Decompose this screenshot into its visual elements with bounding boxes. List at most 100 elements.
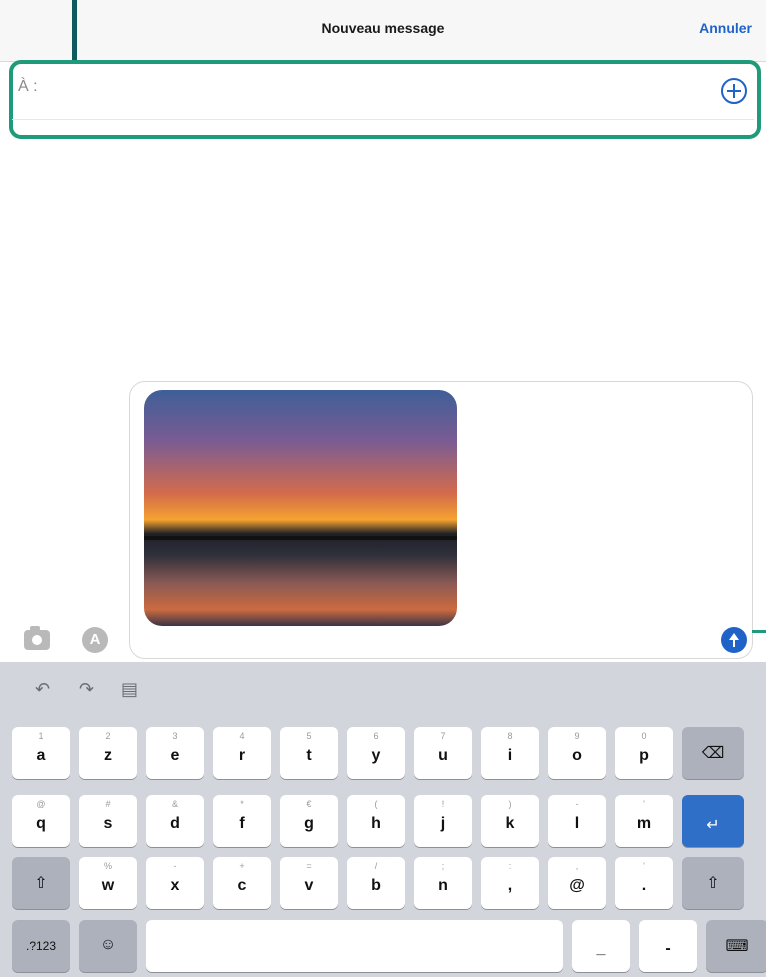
- key-d[interactable]: & d: [146, 795, 204, 847]
- key-q[interactable]: @ q: [12, 795, 70, 847]
- key-c[interactable]: + c: [213, 857, 271, 909]
- key-label: z: [104, 747, 112, 764]
- key-alt-label: 1: [38, 731, 44, 741]
- key-alt-label: ;: [441, 861, 445, 871]
- key-s[interactable]: # s: [79, 795, 137, 847]
- key-label: w: [101, 877, 115, 894]
- key-a[interactable]: 1a: [12, 727, 70, 779]
- key-label: f: [239, 815, 245, 832]
- key-alt-label: 2: [105, 731, 111, 741]
- return-key[interactable]: ↵: [682, 795, 744, 847]
- key-label: c: [237, 877, 247, 894]
- backspace-key[interactable]: ⌫: [682, 727, 744, 779]
- attached-sunset-photo[interactable]: [144, 390, 457, 626]
- key-label: a: [36, 747, 46, 764]
- key-alt-label: ': [643, 861, 645, 871]
- key-label: e: [170, 747, 180, 764]
- cancel-button[interactable]: Annuler: [699, 20, 752, 36]
- shift-left-key[interactable]: ⇧: [12, 857, 70, 909]
- key-x[interactable]: -x: [146, 857, 204, 909]
- key-label: u: [438, 747, 448, 764]
- add-contact-icon[interactable]: [721, 78, 747, 104]
- key-alt-label: 5: [306, 731, 312, 741]
- key-alt-label: :: [508, 861, 512, 871]
- camera-icon[interactable]: [24, 626, 50, 650]
- key-alt-label: 8: [507, 731, 513, 741]
- key-n[interactable]: ; n: [414, 857, 472, 909]
- key-alt-label: &: [171, 799, 178, 809]
- key-alt-label: ': [643, 799, 645, 809]
- key-alt-label: 3: [172, 731, 178, 741]
- key-r[interactable]: 4r: [213, 727, 271, 779]
- key-y[interactable]: 6y: [347, 727, 405, 779]
- key-alt-label: -: [173, 861, 177, 871]
- key-label: b: [371, 877, 381, 894]
- key-o[interactable]: 9o: [548, 727, 606, 779]
- key-label: j: [440, 815, 446, 832]
- key-alt-label: !: [441, 799, 445, 809]
- key-label: d: [170, 815, 180, 832]
- key-p[interactable]: 0p: [615, 727, 673, 779]
- dash-key[interactable]: -: [639, 920, 697, 972]
- key-l[interactable]: -l: [548, 795, 606, 847]
- emoji-label: ☺: [99, 936, 117, 953]
- key-label: v: [304, 877, 314, 894]
- key-w[interactable]: % w: [79, 857, 137, 909]
- key-alt-label: ,: [575, 861, 579, 871]
- key-label: g: [304, 815, 314, 832]
- key-f[interactable]: * f: [213, 795, 271, 847]
- numbers-label: .?123: [25, 939, 57, 953]
- key-label: y: [371, 747, 381, 764]
- numbers-key[interactable]: .?123: [12, 920, 70, 972]
- key-,[interactable]: :,: [481, 857, 539, 909]
- space-key[interactable]: [146, 920, 563, 972]
- recipient-input[interactable]: [48, 72, 698, 104]
- app-store-icon[interactable]: [82, 627, 108, 653]
- key-z[interactable]: 2z: [79, 727, 137, 779]
- key-alt-label: @: [36, 799, 46, 809]
- key-m[interactable]: ' m: [615, 795, 673, 847]
- keyboard-row-2: @ q # s & d * f € g(h! j) k - l ' m ↵: [12, 795, 744, 847]
- key-.[interactable]: '.: [615, 857, 673, 909]
- key-alt-label: 9: [574, 731, 580, 741]
- shift-right-label: ⇧: [706, 875, 720, 892]
- key-alt-label: *: [240, 799, 244, 809]
- undo-icon[interactable]: ↶: [35, 679, 50, 700]
- key-b[interactable]: / b: [347, 857, 405, 909]
- key-v[interactable]: = v: [280, 857, 338, 909]
- key-i[interactable]: 8i: [481, 727, 539, 779]
- send-icon[interactable]: [721, 627, 747, 653]
- key-label: q: [36, 815, 46, 832]
- key-g[interactable]: € g: [280, 795, 338, 847]
- keyboard-dismiss-label: ⌨: [725, 938, 749, 955]
- key-t[interactable]: 5t: [280, 727, 338, 779]
- key-label: @: [569, 877, 585, 894]
- paste-icon[interactable]: ▤: [121, 679, 138, 700]
- key-alt-label: #: [105, 799, 111, 809]
- key-label: p: [639, 747, 649, 764]
- key-label: s: [103, 815, 113, 832]
- key-j[interactable]: ! j: [414, 795, 472, 847]
- key-label: i: [507, 747, 513, 764]
- recipient-divider: [12, 119, 754, 120]
- key-@[interactable]: , @: [548, 857, 606, 909]
- keyboard-dismiss-key[interactable]: ⌨: [706, 920, 766, 972]
- key-alt-label: 7: [440, 731, 446, 741]
- redo-icon[interactable]: ↷: [79, 679, 94, 700]
- photo-horizon: [144, 536, 457, 540]
- key-u[interactable]: 7u: [414, 727, 472, 779]
- key-e[interactable]: 3e: [146, 727, 204, 779]
- key-alt-label: -: [575, 799, 579, 809]
- key-k[interactable]: ) k: [481, 795, 539, 847]
- key-label: r: [238, 747, 246, 764]
- key-label: h: [371, 815, 381, 832]
- annotation-callout-line: [72, 0, 77, 62]
- shift-right-key[interactable]: ⇧: [682, 857, 744, 909]
- key-label: m: [636, 815, 652, 832]
- key-label: o: [572, 747, 582, 764]
- emoji-key[interactable]: ☺: [79, 920, 137, 972]
- underscore-key[interactable]: _: [572, 920, 630, 972]
- shift-left-label: ⇧: [34, 875, 48, 892]
- key-alt-label: (: [374, 799, 378, 809]
- key-h[interactable]: (h: [347, 795, 405, 847]
